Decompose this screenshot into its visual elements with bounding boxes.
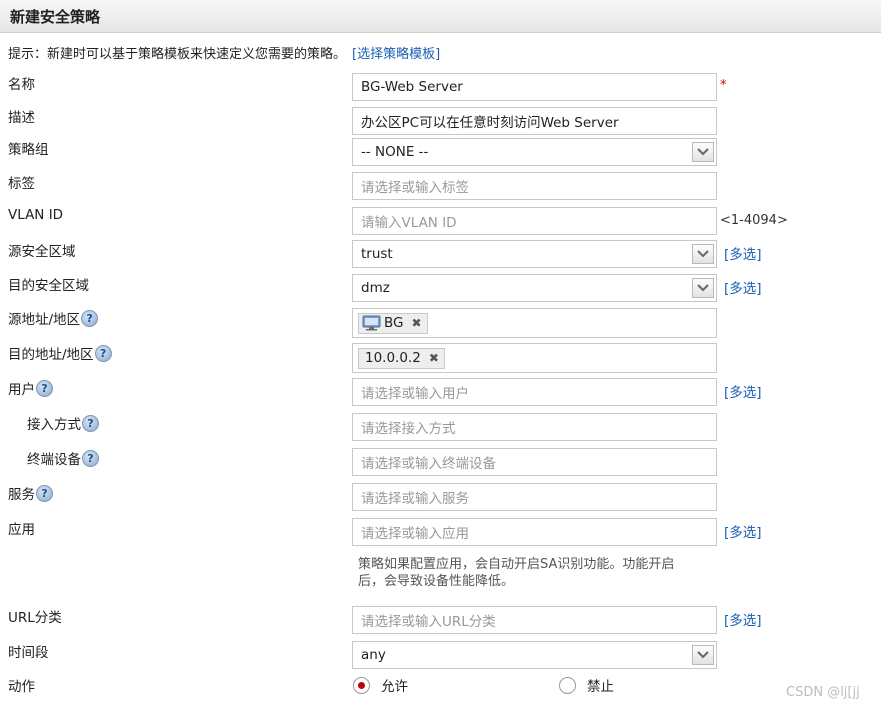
- src-addr-label-text: 源地址/地区: [8, 312, 81, 328]
- access-mode-label-text: 接入方式: [27, 417, 81, 433]
- chevron-down-icon[interactable]: [692, 645, 714, 665]
- radio-unselected-icon[interactable]: [559, 676, 576, 694]
- terminal-label: 终端设备?: [27, 448, 99, 468]
- dst-addr-tag: 10.0.0.2 ✖: [358, 347, 445, 369]
- access-mode-label: 接入方式?: [27, 413, 99, 433]
- src-zone-label: 源安全区域: [8, 244, 76, 260]
- dialog-titlebar: 新建安全策略: [0, 0, 881, 33]
- computer-icon: [362, 315, 381, 331]
- src-addr-label: 源地址/地区?: [8, 308, 99, 328]
- action-allow-radio[interactable]: 允许: [353, 675, 408, 695]
- src-addr-tag-label: BG: [384, 315, 404, 331]
- vlan-range-hint: <1-4094>: [720, 213, 788, 228]
- service-label-text: 服务: [8, 487, 35, 503]
- help-icon[interactable]: ?: [94, 344, 112, 362]
- watermark: CSDN @lj[jj: [786, 685, 860, 700]
- src-zone-select[interactable]: trust: [352, 240, 717, 268]
- src-addr-tag: BG ✖: [358, 312, 428, 334]
- dst-zone-select[interactable]: dmz: [352, 274, 717, 302]
- application-note: 策略如果配置应用，会自动开启SA识别功能。功能开启 后，会导致设备性能降低。: [358, 556, 728, 590]
- select-template-link[interactable]: [选择策略模板]: [352, 47, 440, 62]
- hint-text: 提示：新建时可以基于策略模板来快速定义您需要的策略。: [8, 47, 347, 62]
- src-zone-value: trust: [361, 246, 393, 262]
- chevron-down-icon[interactable]: [692, 278, 714, 298]
- dialog-title: 新建安全策略: [10, 8, 101, 26]
- radio-selected-icon[interactable]: [353, 676, 370, 694]
- schedule-value: any: [361, 647, 386, 663]
- vlan-label: VLAN ID: [8, 207, 64, 223]
- tag-input[interactable]: 请选择或输入标签: [352, 172, 717, 200]
- description-label: 描述: [8, 110, 35, 126]
- help-icon[interactable]: ?: [82, 449, 99, 467]
- tag-label: 标签: [8, 176, 35, 192]
- schedule-label: 时间段: [8, 645, 49, 661]
- chevron-down-icon[interactable]: [692, 244, 714, 264]
- chevron-down-icon[interactable]: [692, 142, 714, 162]
- policy-group-value: -- NONE --: [361, 144, 429, 160]
- url-multi-link[interactable]: [多选]: [724, 609, 762, 629]
- application-input[interactable]: 请选择或输入应用: [352, 518, 717, 546]
- dst-addr-tag-label: 10.0.0.2: [365, 350, 421, 366]
- dst-addr-label: 目的地址/地区?: [8, 343, 112, 363]
- url-category-input[interactable]: 请选择或输入URL分类: [352, 606, 717, 634]
- dst-addr-label-text: 目的地址/地区: [8, 347, 94, 363]
- application-note-line: 后，会导致设备性能降低。: [358, 574, 515, 589]
- user-label-text: 用户: [8, 382, 35, 398]
- terminal-input[interactable]: 请选择或输入终端设备: [352, 448, 717, 476]
- help-icon[interactable]: ?: [82, 414, 99, 432]
- application-label: 应用: [8, 522, 35, 538]
- dst-zone-label: 目的安全区域: [8, 278, 89, 294]
- name-label: 名称: [8, 77, 35, 93]
- required-mark: *: [720, 78, 727, 93]
- close-icon[interactable]: ✖: [412, 316, 422, 330]
- user-label: 用户?: [8, 378, 53, 398]
- action-allow-label: 允许: [381, 679, 408, 695]
- dst-addr-input[interactable]: 10.0.0.2 ✖: [352, 343, 717, 373]
- schedule-select[interactable]: any: [352, 641, 717, 669]
- help-icon[interactable]: ?: [81, 309, 99, 327]
- src-addr-input[interactable]: BG ✖: [352, 308, 717, 338]
- action-label: 动作: [8, 679, 35, 695]
- user-input[interactable]: 请选择或输入用户: [352, 378, 717, 406]
- application-multi-link[interactable]: [多选]: [724, 521, 762, 541]
- dst-zone-multi-link[interactable]: [多选]: [724, 277, 762, 297]
- src-zone-multi-link[interactable]: [多选]: [724, 243, 762, 263]
- name-input[interactable]: BG-Web Server: [352, 73, 717, 101]
- policy-group-label: 策略组: [8, 142, 49, 158]
- hint-bar: 提示：新建时可以基于策略模板来快速定义您需要的策略。 [选择策略模板]: [8, 43, 440, 62]
- policy-group-select[interactable]: -- NONE --: [352, 138, 717, 166]
- action-deny-label: 禁止: [587, 679, 614, 695]
- help-icon[interactable]: ?: [36, 379, 53, 397]
- application-note-line: 策略如果配置应用，会自动开启SA识别功能。功能开启: [358, 557, 675, 572]
- service-label: 服务?: [8, 483, 53, 503]
- user-multi-link[interactable]: [多选]: [724, 381, 762, 401]
- help-icon[interactable]: ?: [36, 484, 53, 502]
- action-deny-radio[interactable]: 禁止: [559, 675, 614, 695]
- description-input[interactable]: 办公区PC可以在任意时刻访问Web Server: [352, 107, 717, 135]
- dst-zone-value: dmz: [361, 280, 390, 296]
- terminal-label-text: 终端设备: [27, 452, 81, 468]
- url-category-label: URL分类: [8, 610, 62, 626]
- close-icon[interactable]: ✖: [429, 351, 439, 365]
- service-input[interactable]: 请选择或输入服务: [352, 483, 717, 511]
- vlan-input[interactable]: 请输入VLAN ID: [352, 207, 717, 235]
- access-mode-input[interactable]: 请选择接入方式: [352, 413, 717, 441]
